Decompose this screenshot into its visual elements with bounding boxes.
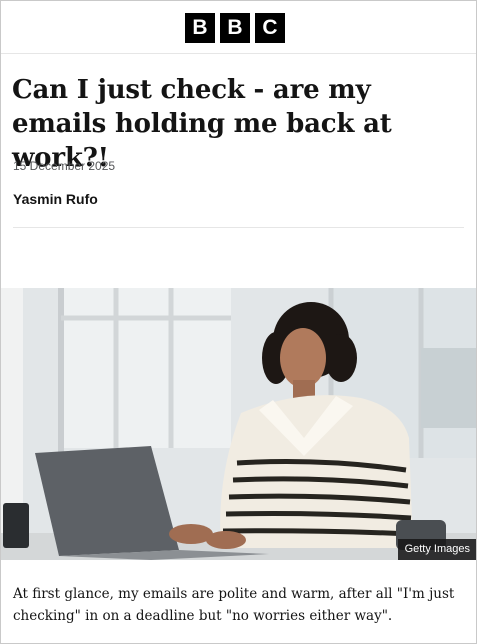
article-author[interactable]: Yasmin Rufo [13, 191, 98, 207]
article-page: B B C Can I just check - are my emails h… [0, 0, 477, 644]
article-paragraph: At first glance, my emails are polite an… [13, 586, 455, 624]
article-hero-image: Getty Images [1, 288, 476, 560]
article-date: 15 December 2025 [13, 159, 116, 173]
logo-block-b2: B [220, 13, 250, 43]
byline-divider [13, 227, 464, 228]
image-credit: Getty Images [397, 539, 476, 560]
bbc-logo[interactable]: B B C [185, 13, 285, 43]
logo-block-b1: B [185, 13, 215, 43]
site-header: B B C [1, 1, 476, 54]
woman-at-laptop-illustration [1, 288, 476, 560]
logo-block-c: C [255, 13, 285, 43]
